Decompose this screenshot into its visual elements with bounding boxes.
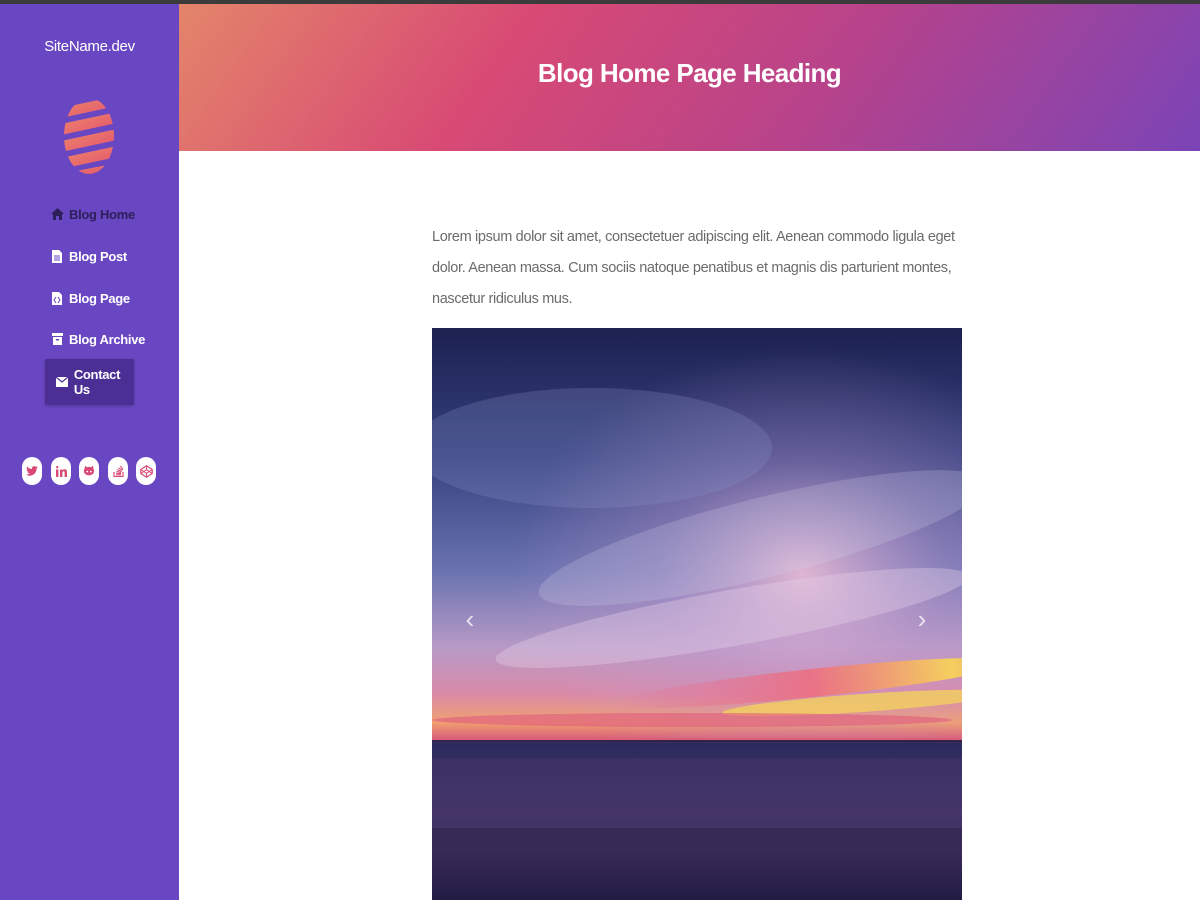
logo-icon: [64, 98, 114, 174]
file-code-icon: [50, 291, 64, 305]
sidebar-item-blog-archive[interactable]: Blog Archive: [0, 319, 179, 359]
page-header: Blog Home Page Heading: [179, 4, 1200, 151]
stack-overflow-icon: [112, 465, 124, 477]
sidebar-item-blog-post[interactable]: Blog Post: [0, 236, 179, 276]
stack-overflow-link[interactable]: [108, 457, 128, 485]
twitter-icon: [26, 466, 38, 476]
site-name[interactable]: SiteName.dev: [0, 38, 179, 55]
github-link[interactable]: [79, 457, 99, 485]
linkedin-link[interactable]: [51, 457, 71, 485]
envelope-icon: [56, 375, 69, 389]
sidebar-item-blog-page[interactable]: Blog Page: [0, 278, 179, 318]
sidebar-item-label: Blog Archive: [69, 331, 146, 347]
codepen-link[interactable]: [136, 457, 156, 485]
sidebar-item-label: Blog Post: [69, 248, 127, 264]
intro-paragraph: Lorem ipsum dolor sit amet, consectetuer…: [432, 229, 955, 307]
sunset-sea-image: [432, 328, 962, 900]
sidebar-item-contact-us[interactable]: Contact Us: [45, 359, 134, 405]
carousel-next-button[interactable]: ›: [912, 604, 932, 634]
sidebar-item-blog-home[interactable]: Blog Home: [0, 194, 179, 234]
archive-icon: [50, 332, 64, 346]
linkedin-icon: [55, 465, 67, 477]
file-icon: [50, 249, 64, 263]
sidebar-item-label: Contact Us: [73, 367, 121, 397]
carousel-prev-button[interactable]: ‹: [460, 604, 480, 634]
sidebar-item-label: Blog Home: [69, 206, 135, 222]
page-title: Blog Home Page Heading: [537, 58, 842, 88]
codepen-icon: [139, 464, 153, 478]
twitter-link[interactable]: [22, 457, 42, 485]
home-icon: [50, 207, 64, 221]
image-carousel[interactable]: ‹ ›: [432, 328, 962, 900]
social-links: [22, 457, 162, 487]
sidebar: SiteName.dev Blog Home Blog Post Blog Pa…: [0, 4, 179, 900]
sidebar-item-label: Blog Page: [69, 290, 130, 306]
github-icon: [83, 465, 95, 476]
